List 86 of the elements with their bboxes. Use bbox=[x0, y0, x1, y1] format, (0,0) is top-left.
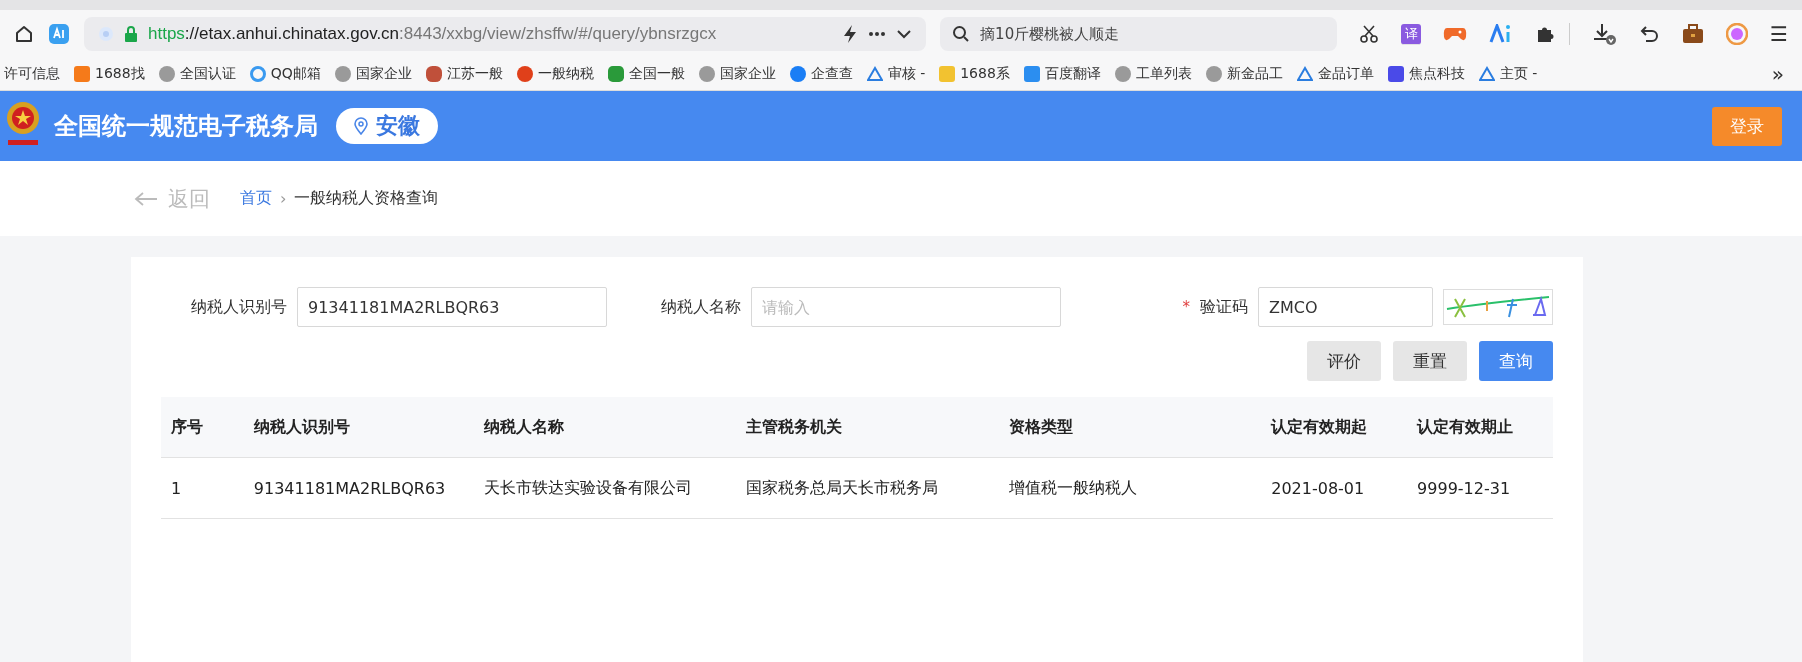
bookmark-item[interactable]: 一般纳税 bbox=[516, 63, 594, 85]
bookmark-item[interactable]: 工单列表 bbox=[1114, 63, 1192, 85]
region-selector[interactable]: 安徽 bbox=[336, 108, 438, 144]
globe-icon bbox=[698, 66, 715, 82]
form-button[interactable]: 重置 bbox=[1393, 341, 1467, 381]
bookmark-item[interactable]: 全国认证 bbox=[158, 63, 236, 85]
ring-icon bbox=[249, 66, 266, 82]
table-cell-text: 91341181MA2RLBQR63 bbox=[252, 478, 447, 498]
triangle-icon bbox=[866, 66, 883, 82]
download-icon[interactable] bbox=[1592, 22, 1619, 46]
bookmark-item[interactable]: 国家企业 bbox=[698, 63, 776, 85]
bookmark-item[interactable]: 企查查 bbox=[789, 63, 853, 85]
bookmark-item[interactable]: 百度翻译 bbox=[1023, 63, 1101, 85]
lantern-icon bbox=[516, 66, 533, 82]
site-icon bbox=[98, 26, 114, 42]
bookmark-item[interactable]: 1688找 bbox=[74, 63, 145, 85]
input-field[interactable]: 请输入 bbox=[751, 287, 1061, 327]
table-cell-text: 1 bbox=[170, 478, 183, 498]
back-arrow-icon bbox=[134, 190, 158, 207]
search-icon bbox=[952, 25, 971, 43]
input-field[interactable]: ZMCO bbox=[1258, 287, 1433, 327]
bookmark-item[interactable]: 新金品工 bbox=[1205, 63, 1283, 85]
briefcase-icon[interactable] bbox=[1682, 24, 1705, 44]
breadcrumb-current: 一般纳税人资格查询 bbox=[294, 188, 439, 209]
lock-icon bbox=[124, 26, 138, 42]
address-bar[interactable]: https://etax.anhui.chinatax.gov.cn:8443/xxbg/view/zhsffw/#/query/ybnsrzgcx bbox=[84, 17, 927, 51]
globe-icon bbox=[1114, 66, 1131, 82]
form-button[interactable]: 评价 bbox=[1307, 341, 1381, 381]
column-header: 序号 bbox=[170, 416, 204, 438]
site-title: 全国统一规范电子税务局 bbox=[54, 111, 318, 142]
plant-icon bbox=[607, 66, 624, 82]
input-field[interactable]: 91341181MA2RLBQR63 bbox=[297, 287, 607, 327]
logo-icon bbox=[939, 66, 956, 82]
more-icon[interactable] bbox=[868, 31, 887, 37]
bookmark-item[interactable]: 国家企业 bbox=[334, 63, 412, 85]
logo-icon bbox=[1387, 66, 1404, 82]
breadcrumb-separator: › bbox=[280, 189, 287, 208]
url-text: https://etax.anhui.chinatax.gov.cn:8443/xxbg/view/zhsffw/#/query/ybnsrzgcx bbox=[148, 24, 718, 44]
column-header: 认定有效期起 bbox=[1269, 416, 1369, 438]
logo-icon bbox=[789, 66, 806, 82]
bookmark-item[interactable]: 主页 - bbox=[1478, 63, 1538, 85]
required-mark: * bbox=[1182, 298, 1190, 316]
table-cell-text: 2021-08-01 bbox=[1270, 478, 1366, 498]
translate-button[interactable]: 译 bbox=[1401, 23, 1422, 45]
bookmark-item[interactable]: 1688系 bbox=[939, 63, 1010, 85]
bookmark-item[interactable]: 审核 - bbox=[866, 63, 926, 85]
location-pin-icon bbox=[354, 117, 368, 135]
field-label: 验证码 bbox=[1200, 296, 1248, 318]
field-label: 纳税人识别号 bbox=[191, 296, 287, 318]
globe-icon bbox=[158, 66, 175, 82]
table-cell-text: 9999-12-31 bbox=[1416, 478, 1512, 498]
column-header: 纳税人识别号 bbox=[252, 416, 351, 438]
ai-icon[interactable] bbox=[48, 23, 70, 45]
column-header: 认定有效期止 bbox=[1415, 416, 1515, 438]
column-header: 主管税务机关 bbox=[745, 416, 844, 438]
menu-button[interactable]: ☰ bbox=[1770, 22, 1788, 46]
table-cell-text: 天长市轶达实验设备有限公司 bbox=[483, 477, 694, 499]
emblem-icon bbox=[425, 66, 442, 82]
triangle-icon bbox=[1296, 66, 1313, 82]
bookmark-item[interactable]: 焦点科技 bbox=[1387, 63, 1465, 85]
more-bookmarks-button[interactable]: » bbox=[1771, 62, 1784, 86]
gamepad-icon[interactable] bbox=[1443, 25, 1468, 43]
search-field[interactable]: 摘10斤樱桃被人顺走 bbox=[940, 17, 1338, 51]
table-cell-text: 增值税一般纳税人 bbox=[1007, 477, 1138, 499]
scissors-icon[interactable] bbox=[1359, 24, 1380, 44]
bookmark-item[interactable]: 许可信息 bbox=[4, 63, 60, 85]
globe-icon bbox=[334, 66, 351, 82]
column-header: 纳税人名称 bbox=[483, 416, 566, 438]
logo-icon bbox=[74, 66, 90, 82]
lightning-icon[interactable] bbox=[842, 24, 859, 44]
column-header: 资格类型 bbox=[1007, 416, 1074, 438]
triangle-icon bbox=[1478, 66, 1495, 82]
undo-icon[interactable] bbox=[1640, 25, 1661, 43]
globe-icon bbox=[1205, 66, 1222, 82]
table-cell-text: 国家税务总局天长市税务局 bbox=[745, 477, 940, 499]
translate-icon bbox=[1023, 66, 1040, 82]
bookmark-item[interactable]: 金品订单 bbox=[1296, 63, 1374, 85]
home-icon[interactable] bbox=[14, 24, 34, 44]
captcha-image[interactable] bbox=[1443, 289, 1553, 325]
bookmark-item[interactable]: 江苏一般 bbox=[425, 63, 503, 85]
bookmark-item[interactable]: 全国一般 bbox=[607, 63, 685, 85]
breadcrumb-link[interactable]: 首页 bbox=[240, 188, 272, 209]
field-label: 纳税人名称 bbox=[661, 296, 741, 318]
chevron-down-icon[interactable] bbox=[896, 29, 913, 39]
bookmark-item[interactable]: QQ邮箱 bbox=[249, 63, 321, 85]
avatar-icon[interactable] bbox=[1726, 23, 1749, 45]
